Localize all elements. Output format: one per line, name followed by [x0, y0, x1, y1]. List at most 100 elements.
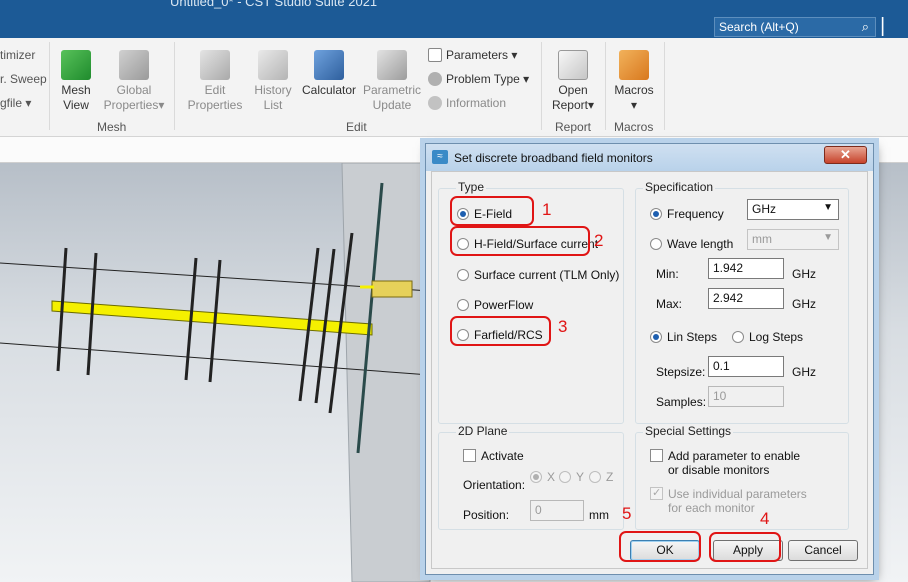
radio-wavelength[interactable]: Wave length	[650, 237, 733, 251]
individual-parameters-label: Use individual parameters	[668, 487, 807, 501]
annotation-number-5: 5	[622, 504, 632, 523]
chevron-down-icon: ▼	[823, 202, 833, 213]
problem-type-label: Problem Type ▾	[446, 72, 530, 86]
parameters-label: Parameters ▾	[446, 48, 518, 62]
orient-x-label: X	[547, 470, 556, 484]
information-label: Information	[446, 96, 507, 110]
open-report-label-2: Report▾	[551, 98, 595, 112]
specification-group-label: Specification	[643, 180, 716, 194]
activate-checkbox[interactable]: Activate	[463, 449, 524, 463]
radio-dot	[457, 269, 469, 281]
annotation-number-2: 2	[594, 231, 604, 250]
parametric-update-label: Parametric	[362, 83, 421, 97]
radio-lin-steps[interactable]: Lin Steps	[650, 330, 717, 344]
annotation-box-apply	[709, 532, 781, 562]
report-icon	[558, 50, 588, 80]
radio-orient-z[interactable]: Z	[589, 470, 613, 484]
wavelength-unit-select[interactable]: mm ▼	[747, 229, 839, 250]
ribbon-cut-par-sweep[interactable]: r. Sweep	[0, 72, 47, 86]
max-unit-label: GHz	[792, 297, 816, 311]
max-frequency-input[interactable]: 2.942	[708, 288, 784, 309]
edit-properties-label-2: Properties	[187, 98, 243, 112]
app-title-bar: Untitled_0* - CST Studio Suite 2021 Sear…	[0, 0, 908, 38]
global-properties-label-2: Properties▾	[103, 98, 165, 112]
radio-orient-x[interactable]: X	[530, 470, 555, 484]
history-list-button[interactable]: History List	[250, 50, 296, 113]
cancel-button[interactable]: Cancel	[788, 540, 858, 561]
parametric-update-button[interactable]: Parametric Update	[361, 50, 423, 113]
macros-button[interactable]: Macros ▾	[612, 50, 656, 113]
parameters-button[interactable]: Parameters ▾	[428, 48, 517, 62]
dialog-title-bar[interactable]: ≈ Set discrete broadband field monitors …	[426, 144, 873, 171]
global-properties-label: Global	[116, 83, 152, 97]
add-parameter-label: Add parameter to enable	[668, 449, 801, 463]
special-settings-group-label: Special Settings	[643, 424, 734, 438]
global-properties-button[interactable]: Global Properties▾	[102, 50, 166, 113]
add-parameter-checkbox[interactable]: Add parameter to enable or disable monito…	[650, 449, 800, 477]
stepsize-input[interactable]: 0.1	[708, 356, 784, 377]
ribbon-group-edit: Edit	[346, 120, 367, 134]
ribbon-separator	[174, 42, 175, 130]
position-label: Position:	[463, 508, 510, 522]
ground-plane	[342, 163, 430, 582]
gear-icon	[428, 72, 442, 86]
mesh-view-icon	[61, 50, 91, 80]
radio-surface-current-label: Surface current (TLM Only)	[474, 268, 620, 282]
app-title: Untitled_0* - CST Studio Suite 2021	[170, 0, 378, 9]
radio-log-steps[interactable]: Log Steps	[732, 330, 803, 344]
problem-type-button[interactable]: Problem Type ▾	[428, 72, 529, 86]
search-input[interactable]: Search (Alt+Q) ⌕	[714, 17, 876, 37]
annotation-number-3: 3	[558, 317, 568, 336]
global-properties-icon	[119, 50, 149, 80]
edit-properties-icon	[200, 50, 230, 80]
add-parameter-label-2: or disable monitors	[668, 463, 770, 477]
annotation-box-ok	[619, 531, 701, 562]
activate-label: Activate	[481, 449, 524, 463]
mesh-view-button[interactable]: Mesh View	[54, 50, 98, 113]
open-report-button[interactable]: Open Report▾	[548, 50, 598, 113]
checkbox-box	[650, 449, 663, 462]
checkbox-box	[650, 486, 663, 500]
type-group-label: Type	[456, 180, 487, 194]
parametric-update-icon	[377, 50, 407, 80]
radio-orient-y[interactable]: Y	[559, 470, 584, 484]
calculator-label: Calculator	[301, 83, 357, 97]
radio-frequency[interactable]: Frequency	[650, 207, 724, 221]
position-unit-label: mm	[589, 508, 609, 522]
open-report-label: Open	[558, 83, 588, 97]
ribbon-group-report: Report	[555, 120, 592, 134]
samples-input[interactable]: 10	[708, 386, 784, 407]
ribbon-separator	[49, 42, 50, 130]
min-frequency-input[interactable]: 1.942	[708, 258, 784, 279]
radio-dot	[457, 299, 469, 311]
history-list-label: History	[254, 83, 292, 97]
window-edge-icon: ▏	[882, 19, 895, 36]
radio-dot	[732, 331, 744, 343]
ribbon-cut-optimizer[interactable]: timizer	[0, 48, 35, 62]
frequency-unit-select[interactable]: GHz ▼	[747, 199, 839, 220]
coax-connector	[371, 280, 413, 298]
radio-lin-steps-label: Lin Steps	[667, 330, 718, 344]
history-list-icon	[258, 50, 288, 80]
ribbon-group-macros: Macros	[614, 120, 654, 134]
radio-surface-current[interactable]: Surface current (TLM Only)	[457, 268, 619, 282]
history-list-label-2: List	[263, 98, 283, 112]
annotation-number-1: 1	[542, 200, 552, 219]
calculator-button[interactable]: Calculator	[299, 50, 359, 98]
mesh-view-label-2: View	[63, 98, 89, 112]
samples-label: Samples:	[656, 395, 707, 409]
ribbon-cut-logfile[interactable]: gfile ▾	[0, 96, 31, 110]
radio-dot	[589, 471, 601, 483]
ribbon-separator	[605, 42, 606, 130]
parameters-icon	[428, 48, 442, 62]
edit-properties-button[interactable]: Edit Properties	[184, 50, 246, 113]
close-button[interactable]: ✕	[824, 146, 867, 164]
radio-powerflow[interactable]: PowerFlow	[457, 298, 533, 312]
field-monitor-icon: ≈	[432, 150, 448, 164]
ribbon: timizer r. Sweep gfile ▾ Mesh View Globa…	[0, 38, 908, 137]
information-button[interactable]: Information	[428, 96, 506, 110]
min-label: Min:	[656, 267, 679, 281]
position-input[interactable]: 0	[530, 500, 584, 521]
individual-parameters-checkbox[interactable]: Use individual parametersfor each monito…	[650, 486, 807, 515]
orient-y-label: Y	[576, 470, 585, 484]
